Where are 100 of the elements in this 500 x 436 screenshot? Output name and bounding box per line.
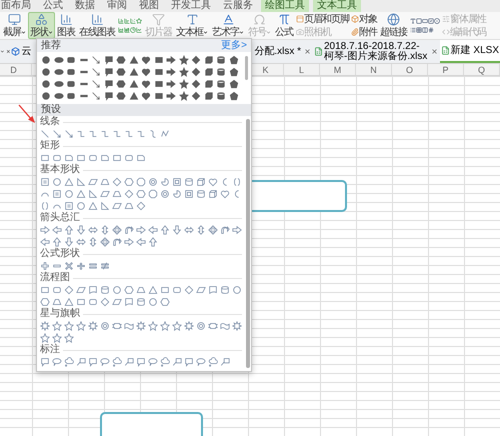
- seal-icon[interactable]: [136, 321, 146, 331]
- speech-bubble-icon[interactable]: [40, 357, 50, 367]
- star-icon[interactable]: [178, 79, 188, 89]
- rectangle-icon[interactable]: [40, 285, 50, 295]
- star-icon[interactable]: [40, 333, 50, 343]
- trapezoid-icon[interactable]: [52, 297, 62, 307]
- trapezoid-icon[interactable]: [136, 285, 146, 295]
- up-down-arrow-icon[interactable]: [196, 225, 206, 235]
- text-icon[interactable]: [410, 18, 416, 24]
- down-arrow-icon[interactable]: [172, 225, 182, 235]
- text-box-icon[interactable]: [52, 189, 62, 199]
- close-icon[interactable]: [304, 48, 311, 55]
- cloud-callout-icon[interactable]: [208, 357, 218, 367]
- quad-arrow-icon[interactable]: [112, 225, 122, 235]
- right-arrow-icon[interactable]: [40, 225, 50, 235]
- triangle-icon[interactable]: [64, 297, 74, 307]
- ribbon-button[interactable]: 附件: [351, 26, 377, 38]
- rounded-rectangle-shape[interactable]: [100, 412, 203, 436]
- speech-bubble-icon[interactable]: [88, 357, 98, 367]
- scrollbar[interactable]: [245, 56, 248, 80]
- checkbox-icon[interactable]: [428, 18, 434, 24]
- menu-tab[interactable]: 公式: [39, 0, 67, 12]
- oval-callout-icon[interactable]: [196, 357, 206, 367]
- seal-icon[interactable]: [40, 321, 50, 331]
- line-callout-icon[interactable]: [124, 357, 134, 367]
- document-icon[interactable]: [124, 297, 134, 307]
- cylinder-icon[interactable]: [100, 285, 110, 295]
- cylinder-icon[interactable]: [216, 91, 226, 101]
- ring-icon[interactable]: [100, 321, 110, 331]
- star-icon[interactable]: [160, 321, 170, 331]
- cube-icon[interactable]: [204, 67, 214, 77]
- speech-bubble-icon[interactable]: [136, 357, 146, 367]
- cylinder-icon[interactable]: [216, 67, 226, 77]
- menu-tab[interactable]: 数据: [71, 0, 99, 12]
- cube-icon[interactable]: [204, 55, 214, 65]
- ribbon-button[interactable]: 图表: [55, 12, 77, 39]
- arrow-line-icon[interactable]: [91, 91, 101, 101]
- rectangle-icon[interactable]: [160, 285, 170, 295]
- ribbon-button[interactable]: 截屏: [1, 12, 28, 39]
- cylinder-icon[interactable]: [216, 55, 226, 65]
- star-icon[interactable]: [76, 321, 86, 331]
- freeform-icon[interactable]: [160, 129, 170, 139]
- arrow-line-icon[interactable]: [91, 79, 101, 89]
- bar-chart-icon[interactable]: [118, 18, 124, 24]
- arrow-line-icon[interactable]: [52, 129, 62, 139]
- cylinder-icon[interactable]: [220, 285, 230, 295]
- file-tab[interactable]: 分配.xlsx *: [253, 40, 302, 63]
- diamond-icon[interactable]: [184, 285, 194, 295]
- ring-icon[interactable]: [196, 321, 206, 331]
- text-box-icon[interactable]: [40, 177, 50, 187]
- left-right-arrow-icon[interactable]: [88, 225, 98, 235]
- document-icon[interactable]: [208, 285, 218, 295]
- cylinder-icon[interactable]: [184, 177, 194, 187]
- cube-icon[interactable]: [204, 91, 214, 101]
- rectangle-icon[interactable]: [422, 18, 428, 24]
- menu-tab[interactable]: 视图: [135, 0, 163, 12]
- menu-tab[interactable]: 面布局: [0, 0, 35, 12]
- cube-icon[interactable]: [208, 189, 218, 199]
- ring-icon[interactable]: [148, 177, 158, 187]
- cylinder-icon[interactable]: [196, 189, 206, 199]
- ribbon-button[interactable]: 超链接: [378, 12, 409, 39]
- hexagon-icon[interactable]: [40, 297, 50, 307]
- ribbon-banner-icon[interactable]: [208, 321, 218, 331]
- star-icon[interactable]: [148, 321, 158, 331]
- rectangle-icon[interactable]: [76, 297, 86, 307]
- star-icon[interactable]: [52, 321, 62, 331]
- quad-arrow-icon[interactable]: [100, 237, 110, 247]
- rectangle-icon[interactable]: [76, 153, 86, 163]
- menu-tab[interactable]: 开发工具: [167, 0, 215, 12]
- diamond-icon[interactable]: [64, 285, 74, 295]
- cube-icon[interactable]: [204, 79, 214, 89]
- line-chart-icon[interactable]: [136, 27, 142, 33]
- left-right-arrow-icon[interactable]: [76, 237, 86, 247]
- star-icon[interactable]: [64, 333, 74, 343]
- table-icon[interactable]: [416, 27, 422, 33]
- up-down-arrow-icon[interactable]: [100, 225, 110, 235]
- menu-tab[interactable]: 云服务: [219, 0, 257, 12]
- wave-icon[interactable]: [124, 321, 134, 331]
- line-callout-icon[interactable]: [220, 357, 230, 367]
- seal-icon[interactable]: [232, 321, 242, 331]
- triangle-icon[interactable]: [148, 285, 158, 295]
- cube-icon[interactable]: [196, 177, 206, 187]
- arrow-line-icon[interactable]: [91, 55, 101, 65]
- document-icon[interactable]: [88, 285, 98, 295]
- pie-chart-icon[interactable]: [130, 27, 136, 33]
- scatter-chart-icon[interactable]: [130, 18, 136, 24]
- oval-callout-icon[interactable]: [148, 357, 158, 367]
- star-icon[interactable]: [52, 333, 62, 343]
- cylinder-icon[interactable]: [136, 297, 146, 307]
- not-equal-icon[interactable]: [100, 261, 110, 271]
- rectangle-icon[interactable]: [40, 153, 50, 163]
- oval-callout-icon[interactable]: [52, 357, 62, 367]
- text-box-icon[interactable]: [64, 201, 74, 211]
- menu-tab[interactable]: 绘图工具: [261, 0, 309, 12]
- diamond-icon[interactable]: [100, 297, 110, 307]
- file-tab[interactable]: 新建 XLSX: [440, 40, 500, 63]
- cloud-callout-icon[interactable]: [64, 357, 74, 367]
- stacked-chart-icon[interactable]: [124, 27, 130, 33]
- wave-icon[interactable]: [220, 321, 230, 331]
- ribbon-button[interactable]: 艺术字: [210, 12, 246, 39]
